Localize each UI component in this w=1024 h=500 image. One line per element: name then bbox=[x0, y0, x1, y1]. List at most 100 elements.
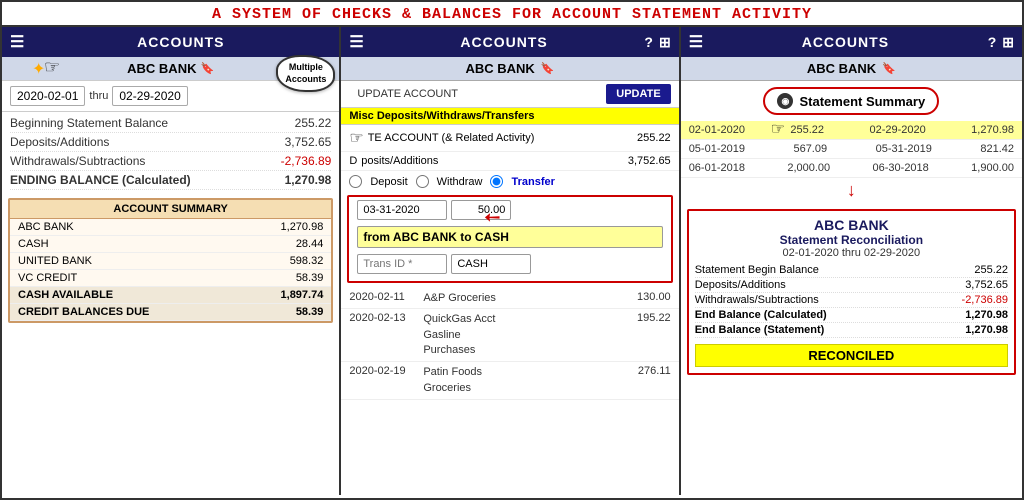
acct-val-0: 1,270.98 bbox=[281, 221, 324, 233]
add-icon-3[interactable]: ⊞ bbox=[1002, 34, 1014, 51]
summary-value-1: 3,752.65 bbox=[285, 135, 332, 149]
help-icon-2[interactable]: ? bbox=[644, 34, 653, 51]
summary-row-2: Withdrawals/Subtractions -2,736.89 bbox=[10, 152, 331, 171]
subtotal-val-0: 1,897.74 bbox=[281, 289, 324, 301]
summary-label-2: Withdrawals/Subtractions bbox=[10, 154, 145, 168]
panel2-topbar-title: ACCOUNTS bbox=[370, 34, 639, 50]
account-row-label: TE ACCOUNT (& Related Activity) bbox=[368, 132, 535, 144]
summary-value-2: -2,736.89 bbox=[281, 154, 332, 168]
stmt-history-row-0[interactable]: 02-01-2020 255.22 02-29-2020 1,270.98 ☞ bbox=[681, 121, 1022, 140]
stmt-history-row-1[interactable]: 05-01-2019 567.09 05-31-2019 821.42 bbox=[681, 140, 1022, 159]
summary-value-3: 1,270.98 bbox=[285, 173, 332, 187]
acct-subtotal-0: CASH AVAILABLE 1,897.74 bbox=[10, 287, 331, 304]
stmt-summary-row: ◉ Statement Summary bbox=[681, 81, 1022, 121]
acct-subtotal-1: CREDIT BALANCES DUE 58.39 bbox=[10, 304, 331, 321]
sh-val2-2: 1,900.00 bbox=[971, 162, 1014, 174]
radio-transfer[interactable] bbox=[490, 175, 503, 188]
tx-amount-1: 195.22 bbox=[616, 312, 671, 358]
acct-name-0: ABC BANK bbox=[18, 221, 74, 233]
p2-deposits-row: D posits/Additions 3,752.65 bbox=[341, 152, 678, 171]
update-account-row: UPDATE ACCOUNT UPDATE bbox=[341, 81, 678, 108]
panel2-subtitle-bar: ABC BANK 🔖 bbox=[341, 57, 678, 81]
sh-date-from-1: 05-01-2019 bbox=[689, 143, 745, 155]
sh-val2-1: 821.42 bbox=[980, 143, 1014, 155]
sh-val1-2: 2,000.00 bbox=[787, 162, 830, 174]
tx-date-2: 2020-02-19 bbox=[349, 365, 419, 396]
reconcile-row-0: Statement Begin Balance 255.22 bbox=[695, 263, 1008, 278]
acct-name-1: CASH bbox=[18, 238, 49, 250]
transfer-section: ➘ bbox=[347, 195, 672, 283]
reconcile-box: ABC BANK Statement Reconciliation 02-01-… bbox=[687, 209, 1016, 375]
thru-label-1: thru bbox=[89, 90, 108, 102]
statement-summary-button[interactable]: ◉ Statement Summary bbox=[763, 87, 939, 115]
panels-container: ☰ ACCOUNTS ABC BANK 🔖 MultipleAccounts ✦… bbox=[2, 27, 1022, 495]
reconcile-bank-title: ABC BANK bbox=[695, 217, 1008, 233]
date-from-box[interactable]: 2020-02-01 bbox=[10, 86, 85, 106]
panel3-topbar: ☰ ACCOUNTS ? ⊞ bbox=[681, 27, 1022, 57]
p2-account-row: ☞ TE ACCOUNT (& Related Activity) 255.22 bbox=[341, 125, 678, 152]
reconcile-label-1: Deposits/Additions bbox=[695, 279, 786, 291]
update-button[interactable]: UPDATE bbox=[606, 84, 670, 104]
sh-date-from-2: 06-01-2018 bbox=[689, 162, 745, 174]
add-icon-2[interactable]: ⊞ bbox=[659, 34, 671, 51]
date-amount-row bbox=[349, 197, 670, 223]
summary-row-3: ENDING BALANCE (Calculated) 1,270.98 bbox=[10, 171, 331, 190]
hamburger-icon-3[interactable]: ☰ bbox=[689, 32, 703, 52]
panel-accounts-1: ☰ ACCOUNTS ABC BANK 🔖 MultipleAccounts ✦… bbox=[2, 27, 341, 495]
date-to-box[interactable]: 02-29-2020 bbox=[112, 86, 187, 106]
acct-row-2: UNITED BANK 598.32 bbox=[10, 253, 331, 270]
tx-row-1: 2020-02-13 QuickGas AcctGaslinePurchases… bbox=[341, 309, 678, 362]
hamburger-icon[interactable]: ☰ bbox=[10, 32, 24, 52]
sh-val1-0: 255.22 bbox=[790, 124, 824, 136]
acct-val-2: 598.32 bbox=[290, 255, 324, 267]
tx-row-2: 2020-02-19 Patin FoodsGroceries 276.11 bbox=[341, 362, 678, 400]
acct-name-3: VC CREDIT bbox=[18, 272, 77, 284]
account-summary-title: ACCOUNT SUMMARY bbox=[10, 200, 331, 219]
acct-row-1: CASH 28.44 bbox=[10, 236, 331, 253]
transfer-desc-input[interactable] bbox=[357, 226, 662, 248]
panel2-icons: ? ⊞ bbox=[644, 34, 670, 51]
reconcile-val-4: 1,270.98 bbox=[965, 324, 1008, 336]
panel2-subtitle: ABC BANK bbox=[465, 61, 534, 76]
reconcile-label-4: End Balance (Statement) bbox=[695, 324, 825, 336]
subtotal-name-1: CREDIT BALANCES DUE bbox=[18, 306, 149, 318]
sh-val1-1: 567.09 bbox=[793, 143, 827, 155]
hamburger-icon-2[interactable]: ☰ bbox=[349, 32, 363, 52]
acct-val-1: 28.44 bbox=[296, 238, 324, 250]
radio-deposit[interactable] bbox=[349, 175, 362, 188]
arrow-down-reconcile: ↓ bbox=[681, 178, 1022, 203]
sh-date-to-1: 05-31-2019 bbox=[876, 143, 932, 155]
panel-accounts-2: ☰ ACCOUNTS ? ⊞ ABC BANK 🔖 UPDATE ACCOUNT… bbox=[341, 27, 680, 495]
transaction-list: 2020-02-11 A&P Groceries 130.00 2020-02-… bbox=[341, 286, 678, 495]
help-icon-3[interactable]: ? bbox=[988, 34, 997, 51]
sh-val2-0: 1,270.98 bbox=[971, 124, 1014, 136]
stmt-history-row-2[interactable]: 06-01-2018 2,000.00 06-30-2018 1,900.00 bbox=[681, 159, 1022, 178]
radio-withdraw[interactable] bbox=[416, 175, 429, 188]
deposits-label: D bbox=[349, 155, 357, 167]
amount-255: 255.22 bbox=[637, 132, 671, 144]
cloud-annotation: MultipleAccounts bbox=[276, 55, 335, 92]
reconcile-val-1: 3,752.65 bbox=[965, 279, 1008, 291]
reconcile-val-0: 255.22 bbox=[974, 264, 1008, 276]
reconcile-row-1: Deposits/Additions 3,752.65 bbox=[695, 278, 1008, 293]
cash-input[interactable] bbox=[451, 254, 531, 274]
account-summary-box: ACCOUNT SUMMARY ABC BANK 1,270.98 CASH 2… bbox=[8, 198, 333, 323]
sh-date-from-0: 02-01-2020 bbox=[689, 124, 745, 136]
panel1-subtitle: ABC BANK bbox=[127, 61, 196, 76]
reconcile-date: 02-01-2020 thru 02-29-2020 bbox=[695, 247, 1008, 259]
reconcile-row-4: End Balance (Statement) 1,270.98 bbox=[695, 323, 1008, 338]
panel1-topbar: ☰ ACCOUNTS bbox=[2, 27, 339, 57]
transfer-desc-row bbox=[349, 223, 670, 251]
acct-name-2: UNITED BANK bbox=[18, 255, 92, 267]
tx-amount-2: 276.11 bbox=[616, 365, 671, 396]
tx-date-1: 2020-02-13 bbox=[349, 312, 419, 358]
summary-label-1: Deposits/Additions bbox=[10, 135, 109, 149]
date-input[interactable] bbox=[357, 200, 447, 220]
subtotal-val-1: 58.39 bbox=[296, 306, 324, 318]
reconciled-badge: RECONCILED bbox=[695, 344, 1008, 367]
tx-amount-0: 130.00 bbox=[616, 291, 671, 305]
panel3-subtitle: ABC BANK bbox=[807, 61, 876, 76]
radio-withdraw-label: Withdraw bbox=[437, 176, 483, 188]
panel3-topbar-title: ACCOUNTS bbox=[709, 34, 982, 50]
trans-id-input[interactable] bbox=[357, 254, 447, 274]
